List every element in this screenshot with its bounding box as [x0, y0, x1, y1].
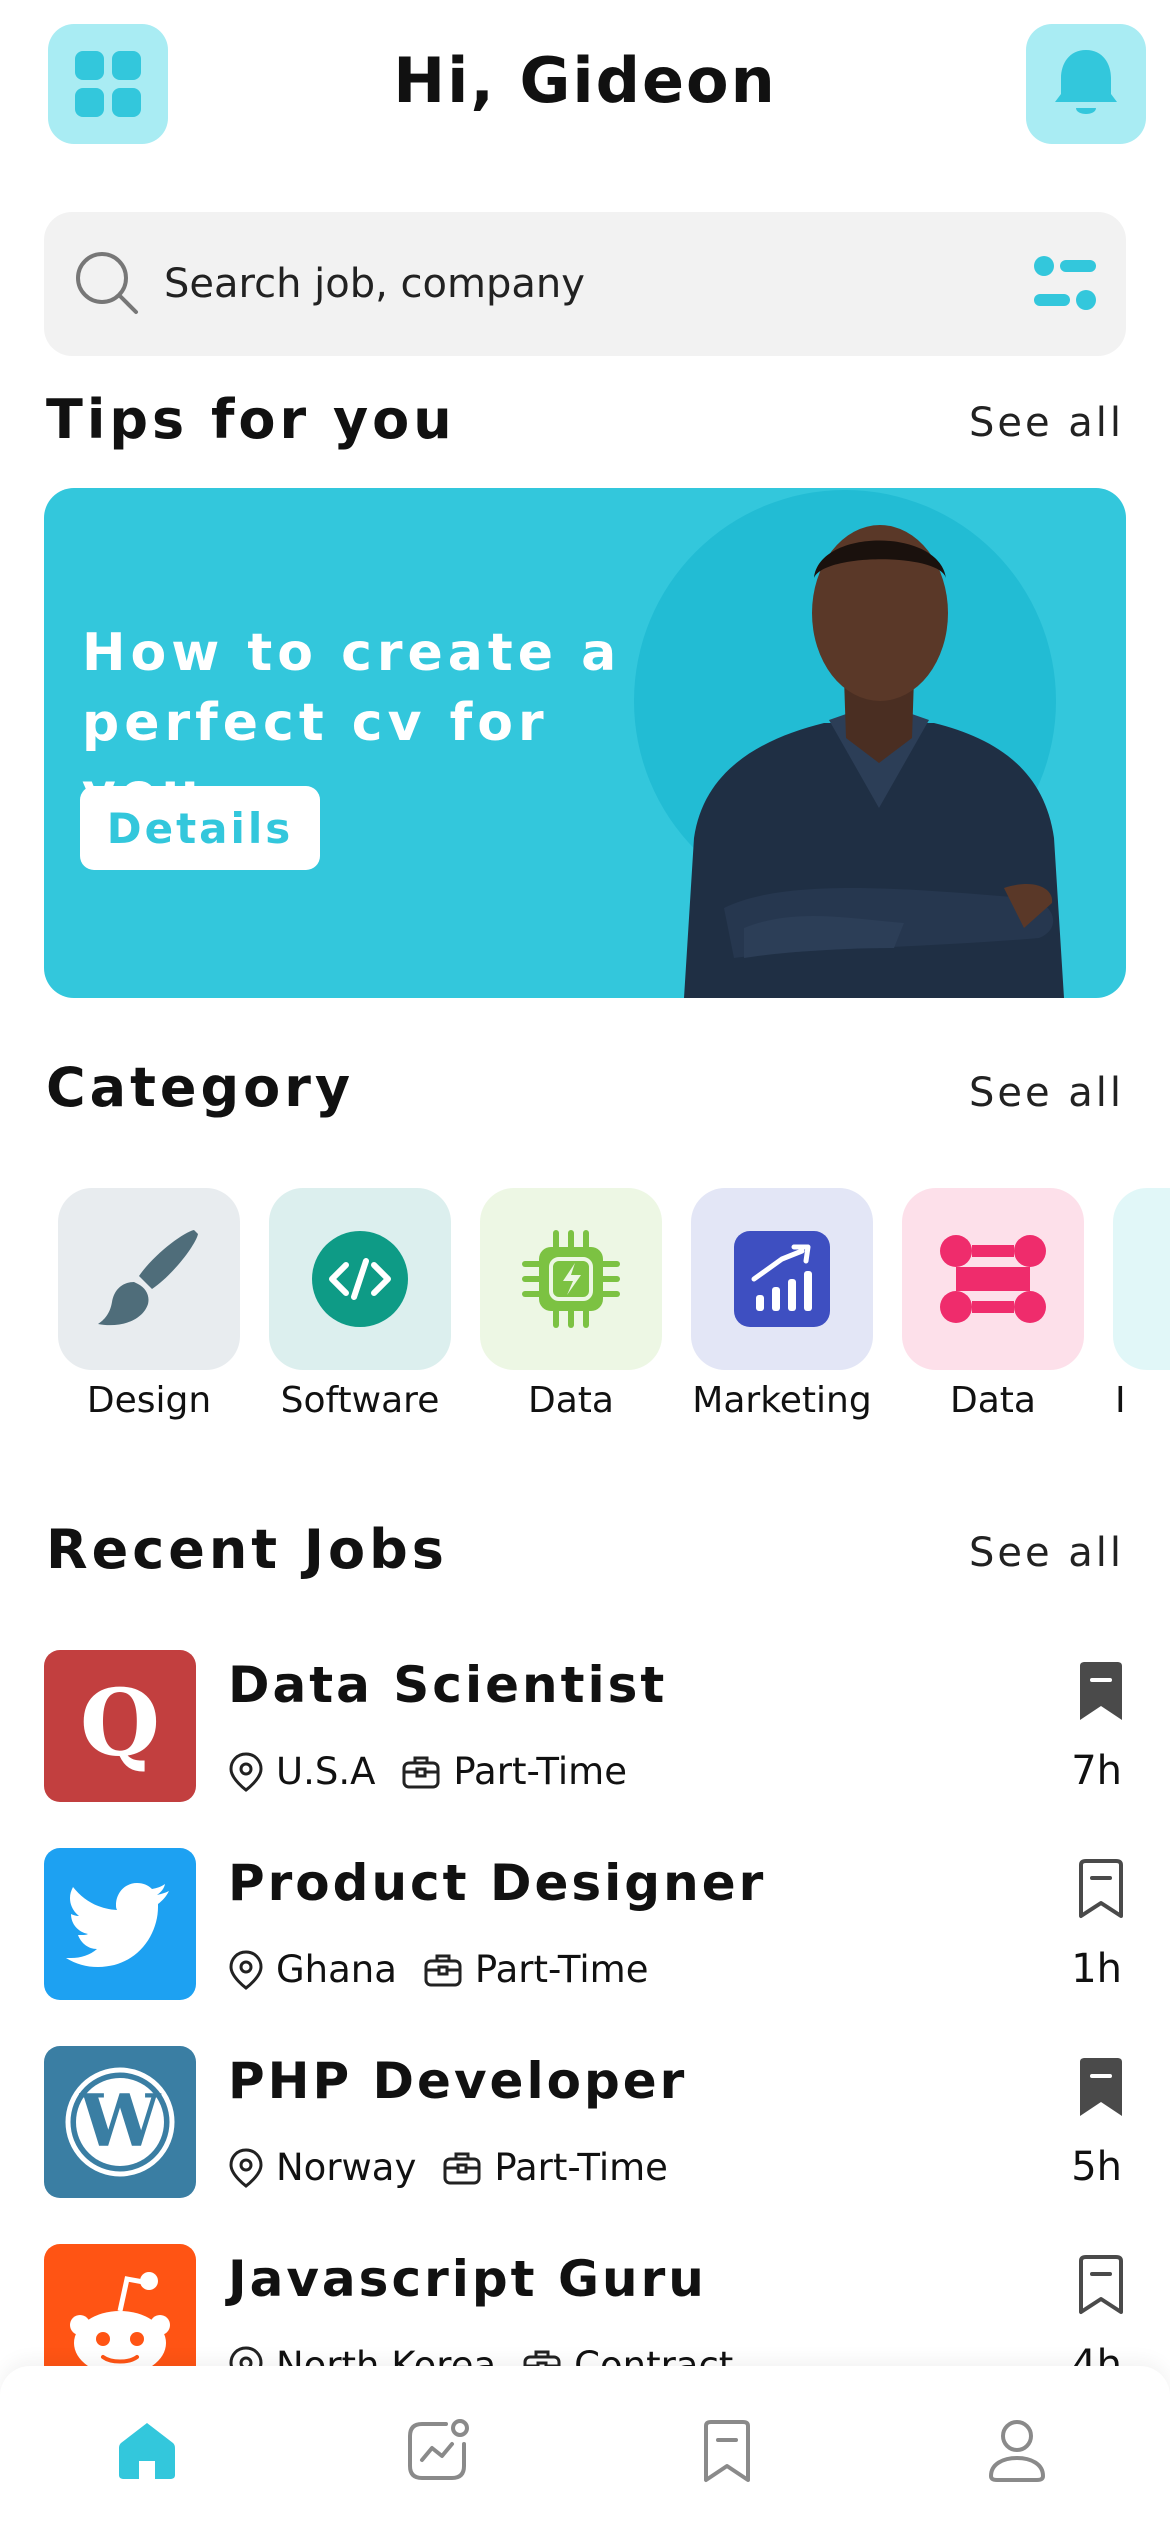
job-type: Part-Time	[453, 1750, 627, 1793]
brush-icon	[98, 1230, 198, 1326]
quora-logo-icon: Q	[44, 1650, 196, 1802]
bookmark-outline-icon[interactable]	[1076, 1858, 1126, 1920]
person-photo	[684, 525, 1064, 998]
tip-card[interactable]: How to create a perfect cv for you Detai…	[44, 488, 1126, 998]
twitter-logo-icon	[44, 1848, 196, 2000]
search-icon	[76, 252, 138, 314]
nav-home[interactable]	[102, 2406, 192, 2496]
code-icon	[312, 1231, 408, 1327]
category-label: Software	[280, 1380, 440, 1421]
category-section-title: Category	[46, 1056, 355, 1119]
search-input[interactable]	[164, 252, 984, 316]
job-location: U.S.A	[276, 1750, 376, 1793]
job-meta: Norway Part-Time	[228, 2146, 694, 2189]
job-posted-time: 7h	[1071, 1748, 1122, 1794]
category-label: I	[1115, 1380, 1126, 1421]
tips-section-title: Tips for you	[46, 388, 456, 451]
category-label: Marketing	[692, 1380, 872, 1421]
category-see-all-link[interactable]: See all	[969, 1070, 1124, 1116]
briefcase-icon	[424, 1954, 462, 1986]
filter-icon[interactable]	[1032, 252, 1098, 314]
category-item-marketing[interactable]: Marketing	[691, 1188, 873, 1421]
job-type: Part-Time	[494, 2146, 668, 2189]
category-list: Design Software Data Marketing Data I	[58, 1188, 1170, 1428]
tips-see-all-link[interactable]: See all	[969, 400, 1124, 446]
location-pin-icon	[229, 1751, 263, 1792]
briefcase-icon	[402, 1756, 440, 1788]
job-type: Part-Time	[474, 1948, 649, 1991]
profile-icon	[988, 2420, 1046, 2482]
category-item-design[interactable]: Design	[58, 1188, 240, 1421]
bottom-nav	[0, 2366, 1170, 2532]
job-item[interactable]: Product Designer Ghana Part-Time 1h	[44, 1848, 1126, 2008]
category-item-partial[interactable]: I	[1113, 1188, 1170, 1421]
briefcase-icon	[443, 2152, 481, 2184]
category-tile	[1113, 1188, 1170, 1370]
wordpress-logo-icon: W	[44, 2046, 196, 2198]
svg-text:W: W	[79, 2078, 162, 2163]
category-label: Design	[86, 1380, 212, 1421]
details-button[interactable]: Details	[80, 786, 320, 870]
category-item-data[interactable]: Data	[480, 1188, 662, 1421]
header: Hi, Gideon	[0, 0, 1170, 180]
home-icon	[119, 2423, 175, 2479]
svg-text:Q: Q	[80, 1671, 160, 1777]
chip-icon	[522, 1230, 620, 1328]
recent-jobs-section-title: Recent Jobs	[46, 1518, 448, 1581]
job-title: PHP Developer	[228, 2052, 688, 2110]
bookmark-icon	[704, 2420, 750, 2482]
notifications-button[interactable]	[1026, 24, 1146, 144]
job-title: Javascript Guru	[228, 2250, 707, 2308]
category-tile	[902, 1188, 1084, 1370]
nav-bookmarks[interactable]	[682, 2406, 772, 2496]
nodes-icon	[940, 1235, 1046, 1323]
job-title: Product Designer	[228, 1854, 767, 1912]
bell-icon	[1055, 50, 1117, 114]
job-item[interactable]: Q Data Scientist U.S.A Part-Time 7h	[44, 1650, 1126, 1810]
category-label: Data	[528, 1380, 614, 1421]
nav-profile[interactable]	[972, 2406, 1062, 2496]
job-posted-time: 1h	[1071, 1946, 1122, 1992]
analytics-icon	[408, 2419, 469, 2480]
job-location: Norway	[276, 2146, 417, 2189]
category-tile	[269, 1188, 451, 1370]
bookmark-filled-icon[interactable]	[1076, 2056, 1126, 2118]
nav-analytics[interactable]	[392, 2406, 482, 2496]
recent-jobs-see-all-link[interactable]: See all	[969, 1530, 1124, 1576]
job-location: Ghana	[276, 1948, 397, 1991]
category-item-software[interactable]: Software	[269, 1188, 451, 1421]
job-meta: Ghana Part-Time	[228, 1948, 674, 1991]
bookmark-filled-icon[interactable]	[1076, 1660, 1126, 1722]
job-meta: U.S.A Part-Time	[228, 1750, 653, 1793]
job-posted-time: 5h	[1071, 2144, 1122, 2190]
category-tile	[691, 1188, 873, 1370]
bookmark-outline-icon[interactable]	[1076, 2254, 1126, 2316]
job-title: Data Scientist	[228, 1656, 668, 1714]
chart-up-icon	[734, 1231, 830, 1327]
category-tile	[480, 1188, 662, 1370]
location-pin-icon	[229, 1949, 263, 1990]
category-item-data-2[interactable]: Data	[902, 1188, 1084, 1421]
category-tile	[58, 1188, 240, 1370]
search-bar[interactable]	[44, 212, 1126, 356]
location-pin-icon	[229, 2147, 263, 2188]
greeting-title: Hi, Gideon	[393, 44, 777, 117]
job-item[interactable]: W PHP Developer Norway Part-Time 5h	[44, 2046, 1126, 2206]
category-label: Data	[950, 1380, 1036, 1421]
